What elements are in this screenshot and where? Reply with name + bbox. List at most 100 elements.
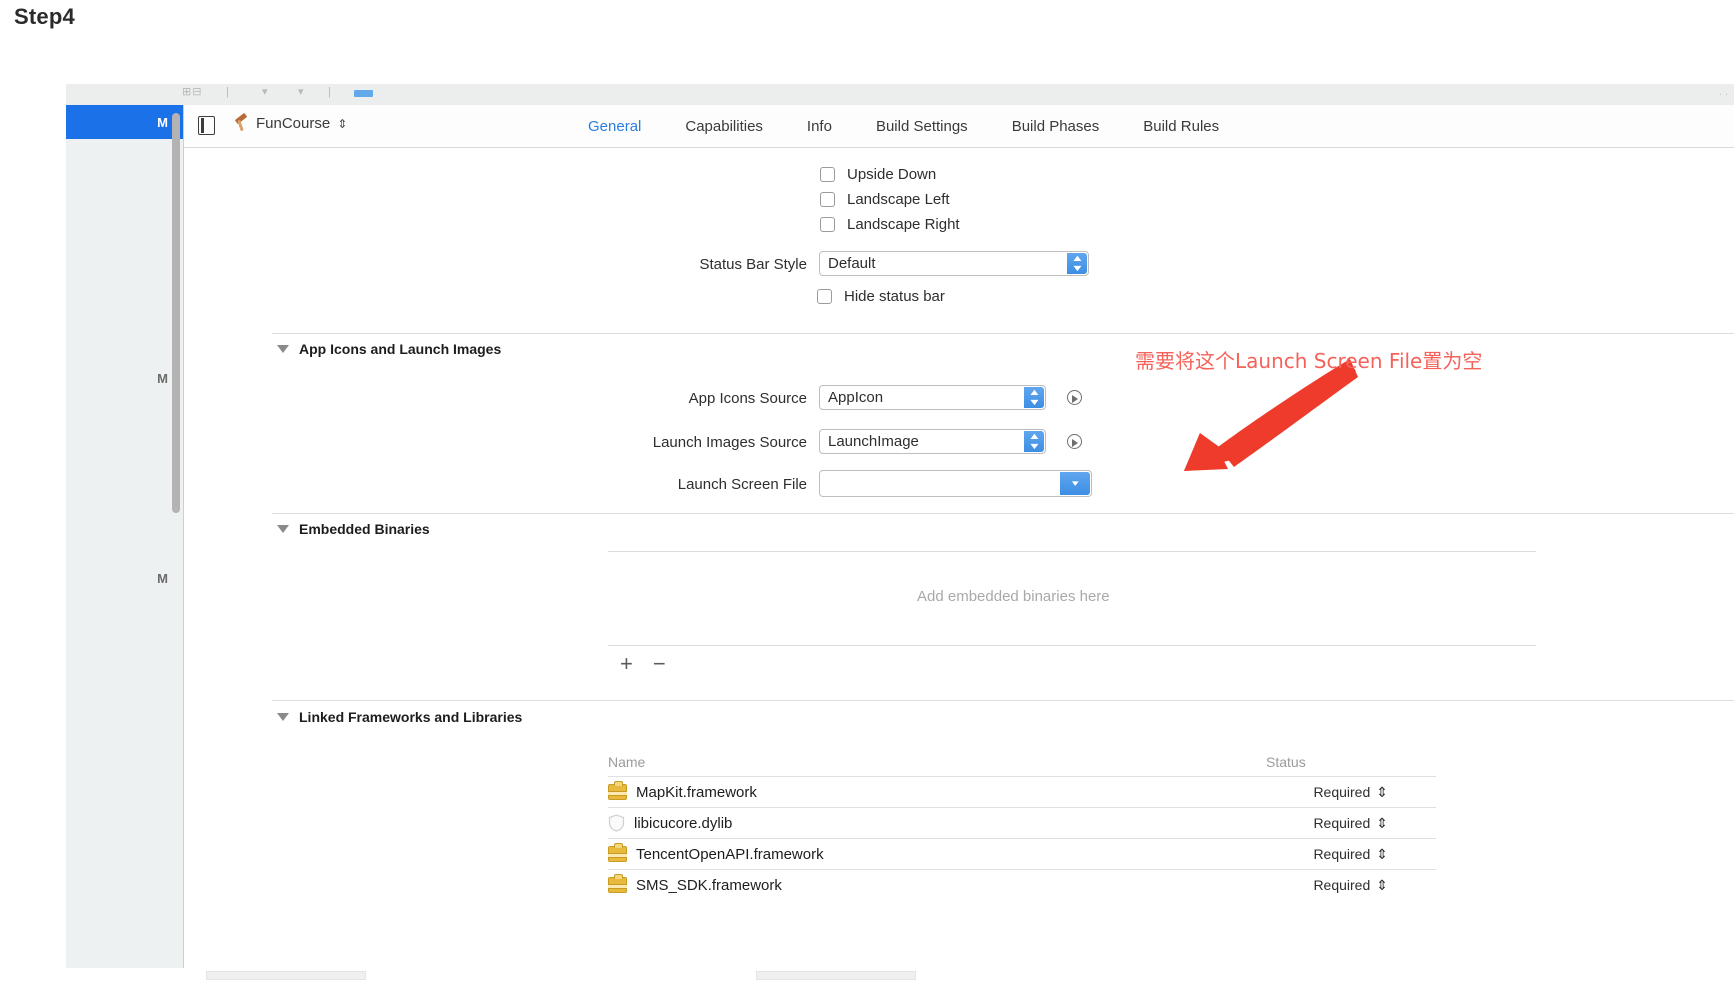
- table-row[interactable]: libicucore.dylib Required ⇕: [608, 807, 1436, 838]
- launch-images-source-select[interactable]: LaunchImage ▲ ▼: [819, 429, 1046, 454]
- chevron-updown-icon[interactable]: ⇕: [1376, 877, 1388, 894]
- navigator-row-1-badge: M: [157, 114, 168, 130]
- briefcase-icon: [608, 843, 627, 862]
- editor-tab-bar: General Capabilities Info Build Settings…: [566, 105, 1241, 147]
- section-divider-app-icons: [272, 333, 1734, 334]
- navigator-row-1[interactable]: M: [66, 105, 183, 139]
- navigator-scrollbar[interactable]: [172, 113, 180, 513]
- framework-status-label: Required: [1313, 877, 1371, 893]
- disclosure-triangle-icon[interactable]: [277, 713, 289, 721]
- tab-info[interactable]: Info: [785, 118, 854, 135]
- navigator-row-2[interactable]: M: [66, 361, 183, 395]
- toolbar-editor-toggle-icon[interactable]: [354, 90, 373, 97]
- table-row[interactable]: TencentOpenAPI.framework Required ⇕: [608, 838, 1436, 869]
- toolbar-right-hint: . .: [1718, 86, 1728, 98]
- navigator-row-3[interactable]: M: [66, 561, 183, 595]
- status-bar-style-label: Status Bar Style: [699, 256, 807, 273]
- window-bottom-strip: [66, 968, 1734, 982]
- checkbox-upside-down-box[interactable]: [820, 167, 835, 182]
- toolbar-grid-icon[interactable]: ⊞⊟: [182, 85, 202, 99]
- toolbar-strip: ⊞⊟ | ▾ ▾ | . .: [66, 84, 1734, 106]
- launch-screen-file-select[interactable]: ▾: [819, 470, 1092, 497]
- app-icons-source-goto-icon[interactable]: [1067, 390, 1082, 405]
- hammer-icon: [234, 115, 249, 132]
- chevron-updown-icon[interactable]: ⇕: [1376, 815, 1388, 832]
- tab-build-settings[interactable]: Build Settings: [854, 118, 990, 135]
- chevron-updown-icon[interactable]: ⇕: [1376, 784, 1388, 801]
- page-title: Step4: [14, 4, 75, 29]
- remove-embedded-binary-button[interactable]: −: [653, 653, 666, 675]
- checkbox-landscape-right-box[interactable]: [820, 217, 835, 232]
- chevron-updown-icon[interactable]: ▲ ▼: [1024, 431, 1044, 452]
- checkbox-upside-down[interactable]: Upside Down: [820, 166, 936, 183]
- editor-jump-bar: FunCourse ⇕ General Capabilities Info Bu…: [184, 105, 1734, 148]
- disclosure-triangle-icon[interactable]: [277, 345, 289, 353]
- framework-status-label: Required: [1313, 815, 1371, 831]
- chevron-updown-icon[interactable]: ▲ ▼: [1024, 387, 1044, 408]
- xcode-window: ⊞⊟ | ▾ ▾ | . . M M M FunCourse ⇕ General…: [66, 84, 1734, 982]
- framework-status[interactable]: Required ⇕: [1313, 784, 1388, 801]
- chevron-updown-icon[interactable]: ⇕: [1376, 846, 1388, 863]
- toolbar-divider-2: |: [328, 86, 331, 98]
- framework-name: TencentOpenAPI.framework: [636, 845, 824, 863]
- disclosure-triangle-icon[interactable]: [277, 525, 289, 533]
- chevron-updown-icon: ⇕: [337, 116, 348, 131]
- tab-capabilities[interactable]: Capabilities: [663, 118, 785, 135]
- dylib-icon: [608, 814, 625, 832]
- section-embedded-binaries[interactable]: Embedded Binaries: [277, 521, 430, 537]
- bottom-chip-2: [756, 971, 916, 980]
- app-icons-source-select[interactable]: AppIcon ▲ ▼: [819, 385, 1046, 410]
- chevron-down-icon[interactable]: ▾: [1060, 472, 1090, 495]
- checkbox-upside-down-label: Upside Down: [847, 166, 937, 183]
- project-navigator[interactable]: M M M: [66, 105, 184, 982]
- navigator-row-3-badge: M: [157, 570, 168, 586]
- framework-status[interactable]: Required ⇕: [1313, 877, 1388, 894]
- chevron-updown-icon[interactable]: ▲ ▼: [1067, 253, 1087, 274]
- table-row[interactable]: MapKit.framework Required ⇕: [608, 776, 1436, 807]
- status-bar-style-value: Default: [828, 255, 876, 272]
- section-linked-frameworks-title: Linked Frameworks and Libraries: [299, 709, 523, 725]
- toolbar-chevron-2[interactable]: ▾: [298, 85, 304, 99]
- framework-name: MapKit.framework: [636, 783, 757, 801]
- checkbox-landscape-left-box[interactable]: [820, 192, 835, 207]
- frameworks-column-name: Name: [608, 754, 646, 770]
- tab-general[interactable]: General: [566, 118, 663, 135]
- target-selector[interactable]: FunCourse ⇕: [234, 115, 347, 132]
- launch-images-source-goto-icon[interactable]: [1067, 434, 1082, 449]
- checkbox-hide-status-bar[interactable]: Hide status bar: [817, 288, 945, 305]
- checkbox-hide-status-bar-box[interactable]: [817, 289, 832, 304]
- bottom-chip-1: [206, 971, 366, 980]
- add-embedded-binary-button[interactable]: +: [620, 653, 633, 675]
- launch-images-source-value: LaunchImage: [828, 433, 919, 450]
- editor-pane: FunCourse ⇕ General Capabilities Info Bu…: [184, 105, 1734, 982]
- section-linked-frameworks[interactable]: Linked Frameworks and Libraries: [277, 709, 522, 725]
- section-app-icons-and-launch-images[interactable]: App Icons and Launch Images: [277, 341, 501, 357]
- checkbox-hide-status-bar-label: Hide status bar: [844, 288, 945, 305]
- checkbox-landscape-left[interactable]: Landscape Left: [820, 191, 950, 208]
- briefcase-icon: [608, 781, 627, 800]
- section-app-icons-title: App Icons and Launch Images: [299, 341, 502, 357]
- briefcase-icon: [608, 874, 627, 893]
- tab-build-rules[interactable]: Build Rules: [1121, 118, 1241, 135]
- app-icons-source-label: App Icons Source: [688, 390, 807, 407]
- table-row[interactable]: SMS_SDK.framework Required ⇕: [608, 869, 1436, 900]
- status-bar-style-select[interactable]: Default ▲ ▼: [819, 251, 1089, 276]
- framework-name: libicucore.dylib: [634, 814, 733, 832]
- general-settings-content: Upside Down Landscape Left Landscape Rig…: [184, 148, 1734, 982]
- toolbar-chevron-1[interactable]: ▾: [262, 85, 268, 99]
- embedded-binaries-toolbar: + −: [620, 653, 666, 675]
- launch-screen-file-label: Launch Screen File: [677, 476, 807, 493]
- frameworks-column-status: Status: [1266, 754, 1306, 770]
- framework-name: SMS_SDK.framework: [636, 876, 782, 894]
- tab-build-phases[interactable]: Build Phases: [990, 118, 1122, 135]
- embedded-binaries-bottom-rule: [608, 645, 1536, 646]
- framework-status[interactable]: Required ⇕: [1313, 846, 1388, 863]
- left-pane-icon[interactable]: [198, 116, 215, 135]
- section-embedded-binaries-title: Embedded Binaries: [299, 521, 430, 537]
- checkbox-landscape-left-label: Landscape Left: [847, 191, 950, 208]
- section-divider-embedded-binaries: [272, 513, 1734, 514]
- embedded-binaries-empty-text: Add embedded binaries here: [917, 588, 1110, 605]
- checkbox-landscape-right[interactable]: Landscape Right: [820, 216, 960, 233]
- framework-status[interactable]: Required ⇕: [1313, 815, 1388, 832]
- target-name: FunCourse: [256, 115, 331, 132]
